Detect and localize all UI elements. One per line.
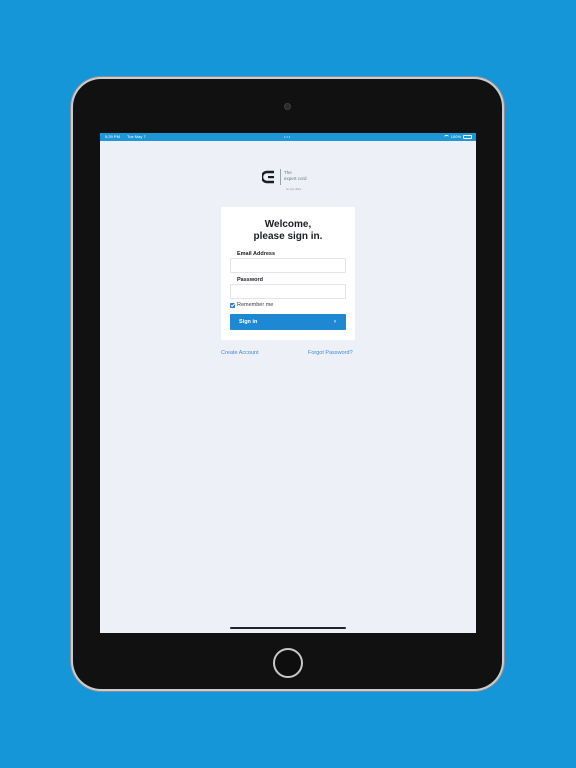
sign-in-button[interactable]: Sign in ›	[230, 314, 346, 330]
logo-text: The expert cord	[284, 170, 307, 182]
login-card: Welcome, please sign in. Email Address P…	[221, 207, 355, 340]
brand-mark-icon	[262, 170, 274, 184]
app-store-screenshot: 5:29 PM Tue May 7 ••• 100% The expert co…	[0, 0, 576, 768]
chevron-right-icon: ›	[334, 319, 336, 325]
remember-me-checkbox[interactable]	[230, 302, 235, 308]
login-title: Welcome, please sign in.	[221, 219, 355, 243]
email-field[interactable]	[230, 258, 346, 273]
forgot-password-link[interactable]: Forgot Password?	[308, 350, 353, 356]
brand-logo: The expert cord for your office	[262, 169, 322, 193]
front-camera	[284, 103, 291, 110]
home-indicator	[230, 627, 346, 629]
status-bar: 5:29 PM Tue May 7 ••• 100%	[100, 133, 476, 141]
logo-tagline: for your office	[286, 188, 302, 191]
password-field[interactable]	[230, 284, 346, 299]
logo-divider	[280, 169, 281, 185]
email-label: Email Address	[237, 251, 276, 257]
status-date: Tue May 7	[126, 134, 146, 139]
home-button[interactable]	[273, 648, 303, 678]
ipad-screen: 5:29 PM Tue May 7 ••• 100% The expert co…	[100, 133, 476, 633]
login-title-line-1: Welcome,	[264, 219, 312, 230]
logo-line-2: expert cord	[284, 176, 307, 181]
status-right: 100%	[443, 133, 472, 141]
battery-icon	[463, 135, 472, 139]
wifi-icon	[443, 135, 449, 139]
battery-percent: 100%	[450, 134, 461, 139]
create-account-link[interactable]: Create Account	[221, 350, 259, 356]
multitasking-dots: •••	[284, 134, 292, 139]
remember-me-label: Remember me	[237, 302, 274, 308]
ipad-frame: 5:29 PM Tue May 7 ••• 100% The expert co…	[73, 79, 502, 689]
remember-me-row[interactable]: Remember me	[230, 302, 273, 308]
password-label: Password	[237, 277, 263, 283]
sign-in-label: Sign in	[239, 319, 258, 325]
status-left: 5:29 PM Tue May 7	[105, 133, 152, 141]
login-title-line-2: please sign in.	[253, 231, 323, 242]
status-time: 5:29 PM	[105, 134, 120, 139]
